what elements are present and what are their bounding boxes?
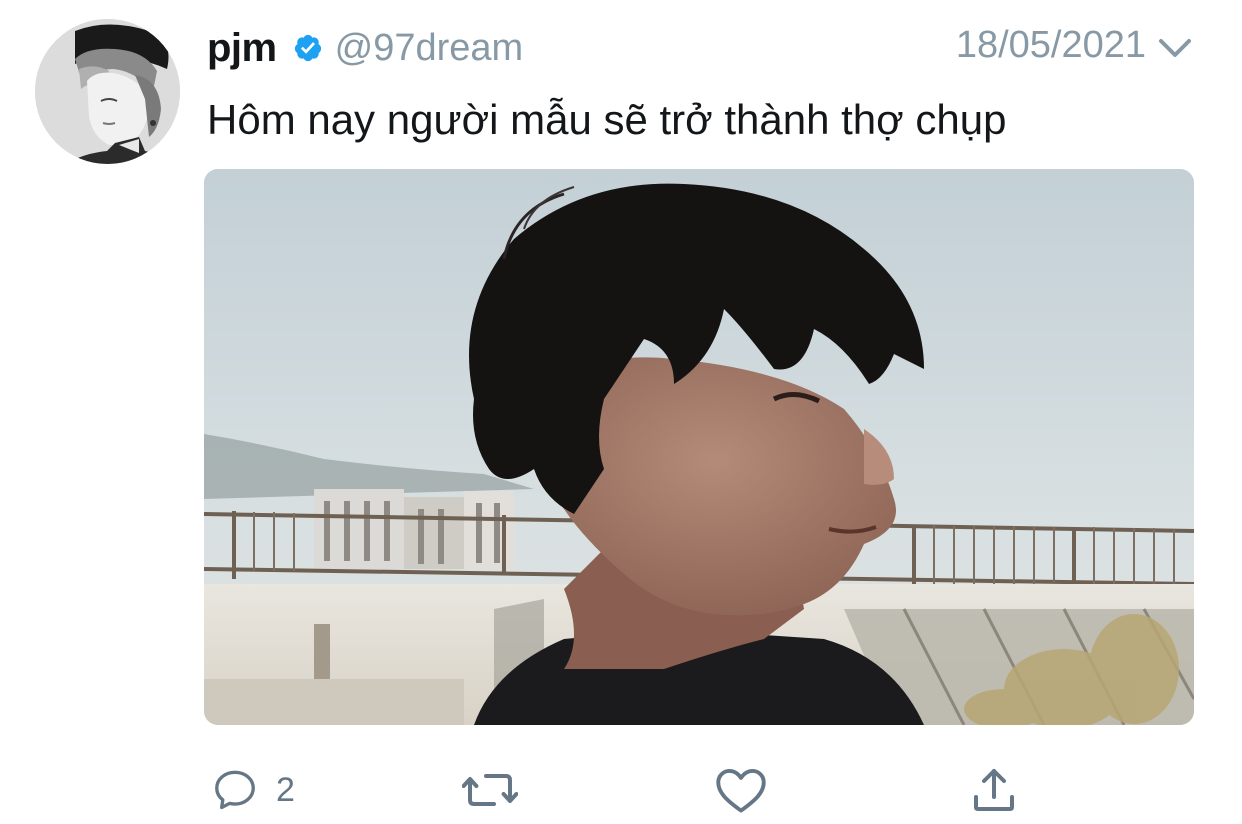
reply-icon [210, 765, 260, 815]
avatar[interactable] [35, 19, 180, 164]
retweet-icon [462, 765, 518, 815]
share-icon [970, 765, 1018, 815]
chevron-down-icon[interactable] [1155, 34, 1195, 62]
tweet-header: pjm @97dream [207, 22, 523, 74]
tweet[interactable]: pjm @97dream 18/05/2021 Hôm nay người mẫ… [0, 0, 1242, 824]
user-handle[interactable]: @97dream [335, 27, 524, 70]
media-photo [204, 169, 1194, 725]
display-name[interactable]: pjm [207, 26, 277, 71]
avatar-image [35, 19, 180, 164]
tweet-media[interactable] [204, 169, 1194, 725]
reply-button[interactable]: 2 [210, 760, 295, 820]
reply-count: 2 [276, 770, 295, 809]
tweet-actions: 2 [0, 760, 1242, 820]
like-button[interactable] [715, 760, 767, 820]
like-icon [715, 765, 767, 815]
retweet-button[interactable] [462, 760, 518, 820]
tweet-date[interactable]: 18/05/2021 [956, 24, 1146, 67]
tweet-text: Hôm nay người mẫu sẽ trở thành thợ chụp [207, 96, 1007, 143]
verified-badge-icon [293, 33, 323, 63]
share-button[interactable] [970, 760, 1018, 820]
